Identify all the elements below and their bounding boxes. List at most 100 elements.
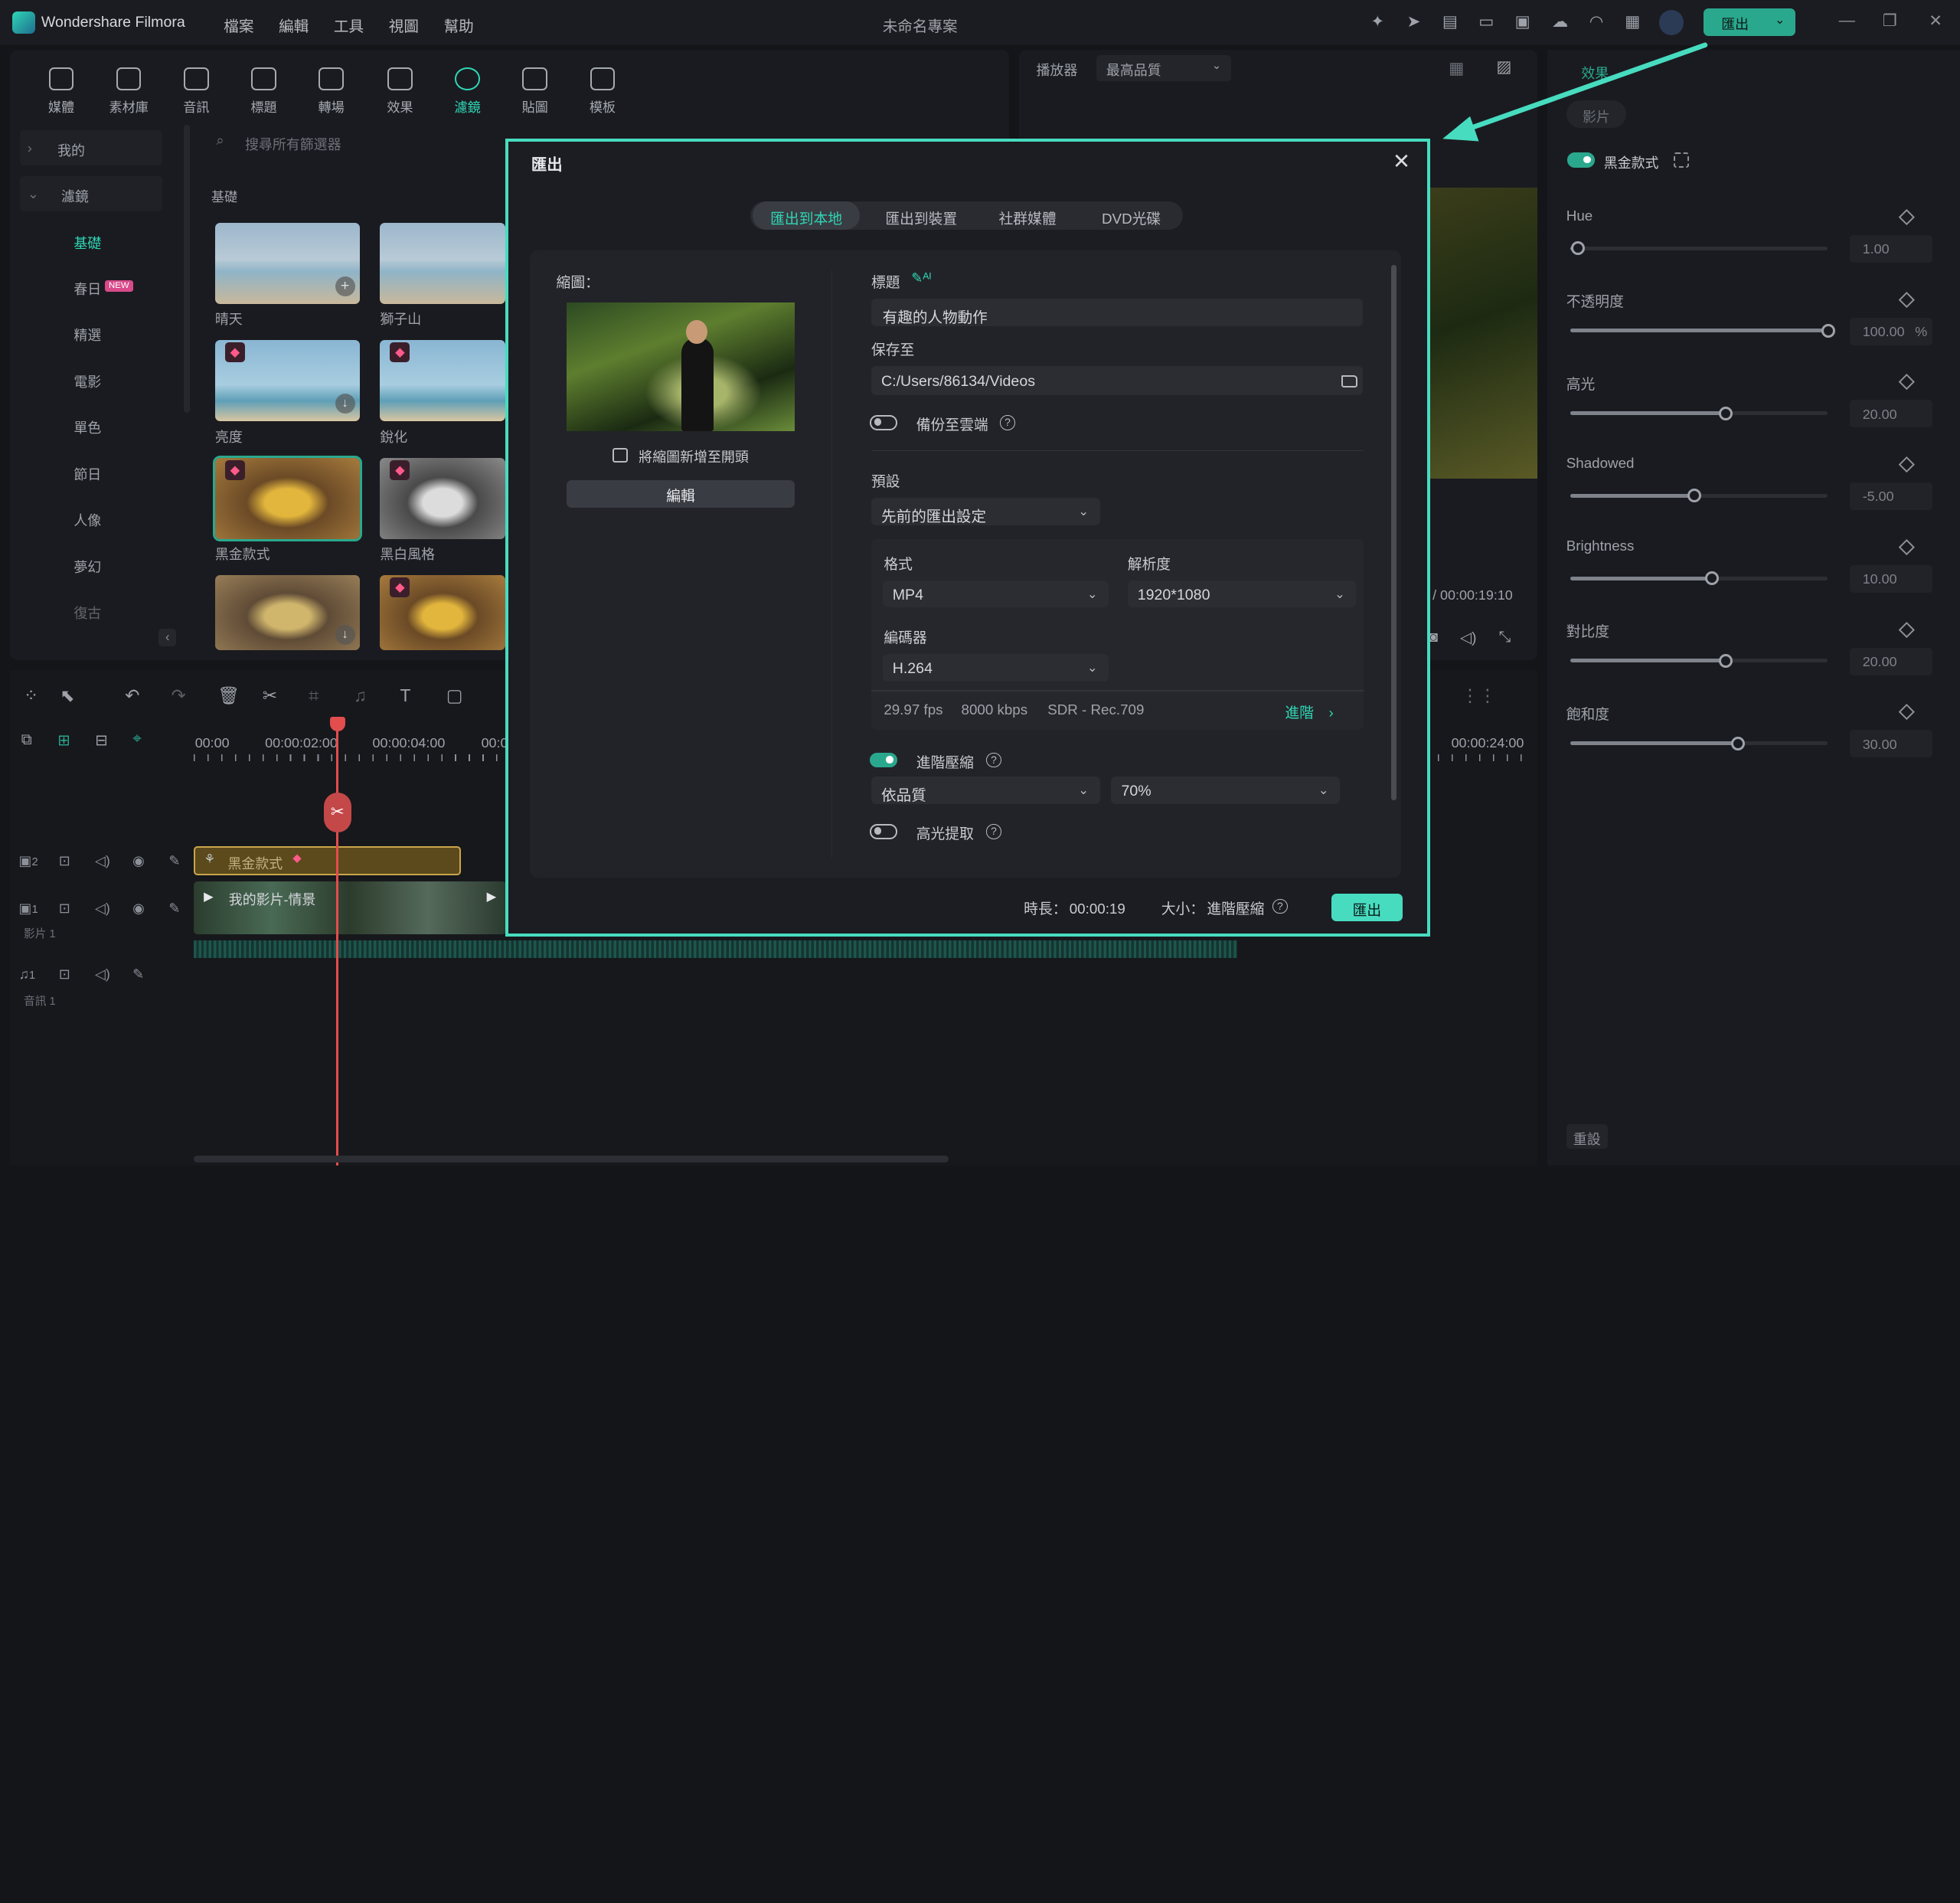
shape-tool-icon[interactable]: ▢ <box>446 685 463 706</box>
filter-thumb-brightness[interactable]: ◆ ↓ <box>214 340 361 422</box>
value-contrast[interactable]: 20.00 <box>1850 647 1933 675</box>
sidebar-item-filters[interactable]: ⌄ 濾鏡 <box>20 176 163 211</box>
save-icon[interactable]: ▣ <box>1513 12 1533 32</box>
search-input[interactable]: 搜尋所有篩選器 <box>245 134 341 154</box>
audio-adjust-icon[interactable]: ♫ <box>354 685 367 706</box>
slider-knob[interactable] <box>1718 406 1733 420</box>
save-path-input[interactable]: C:/Users/86134/Videos <box>871 366 1363 395</box>
slider-highlight[interactable] <box>1570 406 1828 420</box>
pen-icon[interactable]: ✎ <box>168 901 180 917</box>
filter-thumb-lion-rock[interactable] <box>380 222 505 304</box>
sidebar-item-portrait[interactable]: 人像 <box>20 500 162 535</box>
preset-select[interactable]: 先前的匯出設定 ⌄ <box>871 497 1100 525</box>
tab-templates[interactable]: 模板 <box>575 67 630 116</box>
sidebar-item-holiday[interactable]: 節日 <box>20 454 162 489</box>
slider-hue[interactable] <box>1570 241 1828 256</box>
volume-icon[interactable]: ◁) <box>95 853 110 869</box>
link-icon[interactable]: ⊞ <box>57 731 70 750</box>
tab-filters[interactable]: 濾鏡 <box>440 67 495 116</box>
format-select[interactable]: MP4 ⌄ <box>882 580 1109 608</box>
sidebar-item-film[interactable]: 電影 <box>20 361 162 397</box>
tab-audio[interactable]: 音訊 <box>168 67 224 116</box>
delete-icon[interactable]: 🗑 <box>217 685 240 706</box>
export-button[interactable]: 匯出 <box>1331 894 1403 922</box>
layout-icon[interactable]: ▭ <box>1476 12 1496 32</box>
tab-titles[interactable]: 標題 <box>237 67 292 116</box>
tab-transitions[interactable]: 轉場 <box>304 67 359 116</box>
gift-icon[interactable]: ✦ <box>1367 12 1387 32</box>
effect-clip[interactable]: ⚘ 黑金款式 ◆ <box>194 846 462 875</box>
add-icon[interactable]: + <box>335 276 355 296</box>
snap-icon[interactable]: ⌖ <box>132 730 142 748</box>
filter-thumb-7[interactable]: ↓ <box>214 575 361 650</box>
split-scissors-icon[interactable]: ✂ <box>323 793 351 833</box>
slider-contrast[interactable] <box>1570 653 1828 668</box>
camera-icon[interactable]: ◙ <box>1429 629 1438 646</box>
slider-saturation[interactable] <box>1570 736 1828 750</box>
ai-write-icon[interactable]: ✎ᴬᴵ <box>911 270 931 286</box>
lock-icon[interactable]: ⊡ <box>59 901 70 917</box>
tab-stock[interactable]: 素材庫 <box>101 67 156 116</box>
headset-icon[interactable]: ◠ <box>1586 12 1606 32</box>
minimize-icon[interactable]: — <box>1839 11 1855 30</box>
tab-media[interactable]: 媒體 <box>34 67 89 116</box>
group-icon[interactable]: ⊟ <box>95 731 107 750</box>
highlight-extract-toggle[interactable] <box>870 823 898 839</box>
collapse-sidebar-icon[interactable]: ‹ <box>158 629 177 647</box>
apps-grid-icon[interactable]: ▦ <box>1622 12 1642 32</box>
help-icon[interactable]: ? <box>1272 898 1288 914</box>
tab-stickers[interactable]: 貼圖 <box>508 67 563 116</box>
value-shadowed[interactable]: -5.00 <box>1850 482 1933 511</box>
compression-percent-select[interactable]: 70% ⌄ <box>1111 776 1341 804</box>
compression-mode-select[interactable]: 依品質 ⌄ <box>871 776 1100 804</box>
reset-button[interactable]: 重設 <box>1566 1123 1608 1149</box>
grid-view-icon[interactable]: ▦ <box>1449 59 1464 78</box>
filter-thumb-sunny[interactable]: + <box>214 222 361 304</box>
sidebar-item-dreamy[interactable]: 夢幻 <box>20 546 162 581</box>
volume-icon[interactable]: ◁) <box>1460 629 1477 647</box>
sidebar-item-featured[interactable]: 精選 <box>20 315 162 350</box>
advanced-link[interactable]: 進階 › <box>1285 701 1333 722</box>
filter-thumb-8[interactable]: ◆ <box>380 575 505 650</box>
folder-icon[interactable] <box>1341 374 1358 388</box>
pen-icon[interactable]: ✎ <box>132 966 144 983</box>
thumbnail-preview[interactable] <box>566 302 795 432</box>
avatar[interactable] <box>1658 10 1684 35</box>
restore-icon[interactable]: ❐ <box>1883 11 1897 31</box>
filter-thumb-sharpen[interactable]: ◆ <box>380 340 505 422</box>
sidebar-item-mine[interactable]: › 我的 <box>20 129 163 165</box>
video-clip[interactable]: ▶ 我的影片-情景 ▶ <box>194 881 507 934</box>
undo-icon[interactable]: ↶ <box>125 685 139 706</box>
download-icon[interactable]: ↓ <box>335 625 355 646</box>
tab-export-local[interactable]: 匯出到本地 <box>752 201 861 231</box>
mask-icon[interactable] <box>1674 152 1689 168</box>
chevron-down-icon[interactable]: ⌄ <box>1775 12 1785 28</box>
advanced-compression-toggle[interactable] <box>870 752 898 768</box>
value-opacity[interactable]: 100.00% <box>1850 317 1933 345</box>
sidebar-scrollbar[interactable] <box>184 125 191 413</box>
select-tool-icon[interactable]: ⬉ <box>60 685 74 706</box>
encoder-select[interactable]: H.264 ⌄ <box>882 653 1109 682</box>
playhead[interactable] <box>336 718 339 1166</box>
value-highlight[interactable]: 20.00 <box>1850 400 1933 428</box>
tab-export-device[interactable]: 匯出到裝置 <box>865 201 978 231</box>
volume-icon[interactable]: ◁) <box>95 901 110 917</box>
lock-icon[interactable]: ⊡ <box>59 853 70 869</box>
filter-enable-toggle[interactable] <box>1567 152 1596 168</box>
tab-social[interactable]: 社群媒體 <box>982 201 1073 231</box>
close-window-icon[interactable]: ✕ <box>1929 11 1942 31</box>
download-icon[interactable]: ↓ <box>335 394 355 414</box>
lock-icon[interactable]: ⊡ <box>59 966 70 983</box>
add-track-icon[interactable]: ⧉ <box>21 731 32 749</box>
value-saturation[interactable]: 30.00 <box>1850 730 1933 758</box>
tab-effects-props[interactable]: 效果 <box>1581 63 1609 83</box>
filter-search[interactable]: ⌕ 搜尋所有篩選器 <box>206 128 556 158</box>
help-icon[interactable]: ? <box>986 752 1001 768</box>
redo-icon[interactable]: ↷ <box>172 685 186 706</box>
sidebar-item-basic[interactable]: 基礎 <box>20 223 162 258</box>
add-thumbnail-checkbox[interactable] <box>612 447 628 463</box>
pen-icon[interactable]: ✎ <box>168 853 180 869</box>
timeline-scrollbar[interactable] <box>194 1155 949 1163</box>
audio-waveform[interactable] <box>194 940 1238 958</box>
cloud-icon[interactable]: ☁ <box>1550 12 1570 32</box>
